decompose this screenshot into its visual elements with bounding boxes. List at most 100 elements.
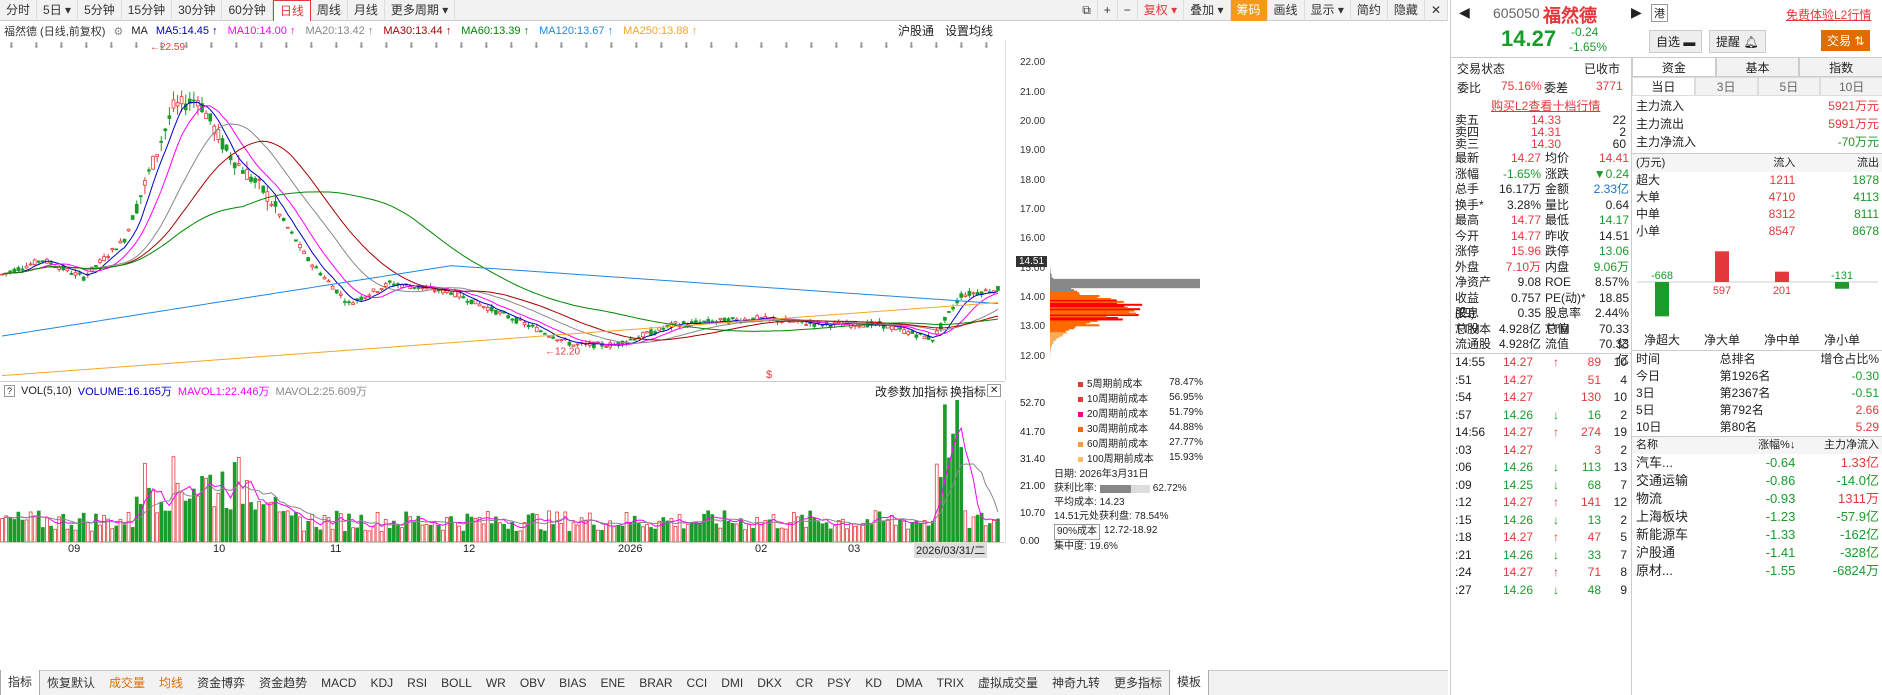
tick-price: 14.27 bbox=[1503, 425, 1534, 439]
candle bbox=[538, 330, 543, 333]
sector-row[interactable]: 汽车... -0.64 1.33亿 bbox=[1632, 454, 1882, 472]
period-tab[interactable]: 30分钟 bbox=[172, 0, 223, 21]
indicator-tab[interactable]: OBV bbox=[513, 671, 552, 695]
toolbar-menu[interactable]: 简约 bbox=[1351, 0, 1388, 21]
sector-row[interactable]: 新能源车 -1.33 -162亿 bbox=[1632, 526, 1882, 544]
sector-row[interactable]: 沪股通 -1.41 -328亿 bbox=[1632, 544, 1882, 562]
close-panel-icon[interactable]: ✕ bbox=[1425, 0, 1448, 21]
sector-row[interactable]: 交通运输 -0.86 -14.0亿 bbox=[1632, 472, 1882, 490]
indicator-tab[interactable]: KDJ bbox=[363, 671, 400, 695]
next-stock-icon[interactable]: ▶ bbox=[1631, 4, 1642, 21]
toolbar-menu[interactable]: 叠加 ▾ bbox=[1184, 0, 1231, 21]
sector-row[interactable]: 原材... -1.55 -6824万 bbox=[1632, 562, 1882, 580]
sector-row[interactable]: 物流 -0.93 1311万 bbox=[1632, 490, 1882, 508]
period-tab[interactable]: 15分钟 bbox=[122, 0, 173, 21]
period-tab[interactable]: 周线 bbox=[311, 0, 348, 21]
indicator-tab[interactable]: CR bbox=[789, 671, 820, 695]
prev-stock-icon[interactable]: ◀ bbox=[1459, 4, 1470, 21]
quote-label: 总值 bbox=[1545, 321, 1570, 336]
help-icon[interactable]: ? bbox=[4, 384, 16, 397]
volume-bar bbox=[747, 523, 751, 542]
quote-label: PE(动)* bbox=[1545, 290, 1586, 305]
indicator-tab[interactable]: BRAR bbox=[632, 671, 679, 695]
period-tab[interactable]: 月线 bbox=[348, 0, 385, 21]
copy-icon[interactable]: ⧉ bbox=[1076, 0, 1098, 21]
alert-button[interactable]: 提醒 🔔︎ bbox=[1709, 30, 1766, 53]
kline-chart[interactable]: ←22.59 ←12.20 $ ⬇ ⬇ ⬇ ⬇ ⬇ ⬇ ⬇ ⬇ ⬇ ⬇ ⬇ ⬇ ⬇ ⬇ ⬇ ⬇ ⬇ ⬇ ⬇ ⬇ ⬇ ⬇ ⬇ ⬇ ⬇ ⬇ ⬇… bbox=[0, 40, 1050, 380]
chip-legend-value: 15.93% bbox=[1169, 452, 1203, 463]
candle bbox=[347, 301, 351, 304]
indicator-tab[interactable]: 虚拟成交量 bbox=[971, 671, 1045, 695]
indicator-tab[interactable]: 恢复默认 bbox=[40, 671, 102, 695]
toolbar-menu[interactable]: 复权 ▾ bbox=[1138, 0, 1185, 21]
trade-button[interactable]: 交易 ⇅ bbox=[1821, 30, 1871, 51]
tick-arrow bbox=[1553, 389, 1565, 407]
period-tab[interactable]: 当日 bbox=[1632, 77, 1695, 96]
sector-head-cell[interactable]: 名称 bbox=[1632, 437, 1716, 454]
indicator-tab[interactable]: 神奇九转 bbox=[1045, 671, 1107, 695]
period-tab[interactable]: 分时 bbox=[0, 0, 38, 21]
period-tab[interactable]: 60分钟 bbox=[222, 0, 273, 21]
indicator-bar: 指标 恢复默认 成交量 均线 资金博弈 资金趋势 MACD KDJ RSI BOLL WR OBV BI… bbox=[0, 670, 1448, 695]
quote-label: 总手 bbox=[1455, 182, 1480, 196]
toolbar-menu[interactable]: 画线 bbox=[1268, 0, 1305, 21]
indicator-tab[interactable]: BIAS bbox=[552, 671, 593, 695]
sector-head-cell[interactable]: 主力净流入 bbox=[1799, 437, 1882, 454]
indicator-tab[interactable]: 更多指标 bbox=[1107, 671, 1169, 695]
indicator-tab[interactable]: 资金博弈 bbox=[190, 671, 252, 695]
volume-bar bbox=[114, 525, 119, 542]
toolbar-menu[interactable]: 显示 ▾ bbox=[1305, 0, 1351, 21]
fund-tab[interactable]: 基本 bbox=[1715, 57, 1800, 77]
hgt-label[interactable]: 沪股通 bbox=[898, 22, 934, 39]
period-tab[interactable]: 3日 bbox=[1694, 77, 1758, 96]
plus-icon[interactable]: + bbox=[1098, 0, 1118, 21]
indicator-tab[interactable]: WR bbox=[479, 671, 513, 695]
candle bbox=[118, 240, 123, 244]
minus-icon[interactable]: − bbox=[1118, 0, 1138, 21]
sector-head-cell[interactable]: 涨幅%↓ bbox=[1716, 437, 1800, 454]
set-ma-dropdown[interactable]: 设置均线 bbox=[945, 22, 993, 39]
indicator-tab[interactable]: TRIX bbox=[930, 671, 971, 695]
period-tab[interactable]: 5日 ▾ bbox=[37, 0, 79, 21]
period-tab[interactable]: 5日 bbox=[1757, 77, 1821, 96]
l2-trial-link[interactable]: 免费体验L2行情 bbox=[1786, 6, 1871, 23]
switch-indicator-button[interactable]: 换指标 bbox=[950, 383, 986, 400]
indicator-tab[interactable]: 均线 bbox=[152, 671, 190, 695]
indicator-tab[interactable]: 资金趋势 bbox=[252, 671, 314, 695]
close-icon[interactable]: ✕ bbox=[987, 384, 1002, 397]
quote-value: 0.35 bbox=[1517, 306, 1541, 320]
indicator-tab[interactable]: DMI bbox=[714, 671, 750, 695]
sector-row[interactable]: 上海板块 -1.23 -57.9亿 bbox=[1632, 508, 1882, 526]
period-tab[interactable]: 更多周期 ▾ bbox=[385, 0, 456, 21]
indicator-tab[interactable]: KD bbox=[858, 671, 889, 695]
toolbar-menu[interactable]: 筹码 bbox=[1230, 0, 1268, 21]
edit-params-button[interactable]: 改参数 bbox=[875, 383, 911, 400]
fund-tab[interactable]: 资金 bbox=[1632, 57, 1716, 77]
toolbar-menu[interactable]: 隐藏 bbox=[1388, 0, 1425, 21]
tick-row: :51 14.27 51 4 bbox=[1451, 372, 1631, 390]
cost-select[interactable]: 90%成本 bbox=[1054, 524, 1101, 540]
indicator-tab[interactable]: 模板 bbox=[1169, 670, 1210, 695]
period-tab[interactable]: 日线 bbox=[272, 0, 311, 21]
indicator-tab[interactable]: CCI bbox=[680, 671, 715, 695]
indicator-tab[interactable]: MACD bbox=[314, 671, 363, 695]
indicator-tab[interactable]: PSY bbox=[820, 671, 858, 695]
period-tab[interactable]: 10日 bbox=[1820, 77, 1882, 96]
indicator-tab[interactable]: DKX bbox=[750, 671, 789, 695]
indicator-tab[interactable]: ENE bbox=[594, 671, 633, 695]
watchlist-button[interactable]: 自选 ▬ bbox=[1649, 30, 1703, 53]
volume-chart[interactable] bbox=[0, 400, 1005, 542]
quote-label: 均价 bbox=[1545, 151, 1570, 165]
add-indicator-button[interactable]: 加指标 bbox=[912, 383, 948, 400]
indicator-tab[interactable]: 指标 bbox=[0, 670, 41, 695]
volume-bar bbox=[522, 522, 527, 542]
indicator-tab[interactable]: BOLL bbox=[434, 671, 479, 695]
period-tab[interactable]: 5分钟 bbox=[78, 0, 122, 21]
indicator-tab[interactable]: 成交量 bbox=[102, 671, 152, 695]
tick-volume: 47 bbox=[1587, 530, 1601, 544]
indicator-tab[interactable]: RSI bbox=[400, 671, 434, 695]
indicator-tab[interactable]: DMA bbox=[889, 671, 930, 695]
buy-l2-link[interactable]: 购买L2查看十档行情 bbox=[1491, 97, 1600, 114]
fund-tab[interactable]: 指数 bbox=[1799, 57, 1882, 77]
settings-icon[interactable]: ⚙ bbox=[113, 25, 123, 38]
